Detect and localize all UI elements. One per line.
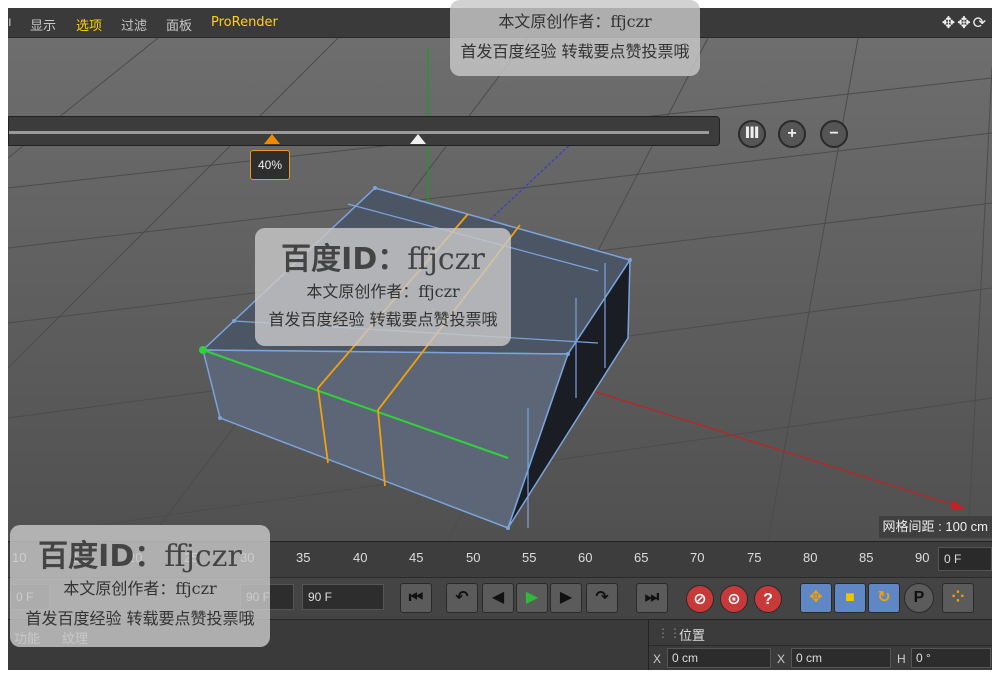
slider-remove-button[interactable]: − [820, 120, 848, 148]
viewport-navigation-icon[interactable]: ✥✥⟳ [942, 13, 988, 33]
next-frame-button[interactable]: ▶ [550, 583, 582, 613]
watermark-center: 百度ID：ffjczr 本文原创作者：ffjczr 首发百度经验 转载要点赞投票… [255, 228, 511, 346]
tick-label: 40 [353, 550, 368, 565]
tick-label: 90 [915, 550, 930, 565]
tick-label: 65 [634, 550, 649, 565]
tick-label: 60 [578, 550, 593, 565]
size-x-field[interactable]: 0 cm [791, 648, 891, 668]
tick-label: 75 [747, 550, 762, 565]
menu-display[interactable]: 显示 [30, 15, 56, 34]
loop-cut-percent-readout[interactable]: 40% [250, 150, 290, 180]
grid-spacing-label: 网格间距 : 100 cm [878, 516, 992, 538]
coordinates-panel: ⋮⋮ 位置 X 0 cm X 0 cm H 0 ° [648, 620, 992, 670]
auto-keyframe-icon[interactable]: ⊙ [720, 585, 748, 613]
tick-label: 35 [296, 550, 311, 565]
menu-panel[interactable]: 面板 [166, 15, 192, 34]
position-title: 位置 [679, 628, 706, 643]
coord-axis-label: X [777, 652, 786, 666]
menu-prorender[interactable]: ProRender [211, 15, 278, 30]
scale-key-icon[interactable]: ■ [834, 583, 866, 613]
position-x-field[interactable]: 0 cm [667, 648, 771, 668]
rotation-h-field[interactable]: 0 ° [911, 648, 991, 668]
watermark-title: 百度ID：ffjczr [255, 234, 511, 278]
tick-label: 50 [466, 550, 481, 565]
watermark-line2: 首发百度经验 转载要点赞投票哦 [268, 310, 498, 329]
watermark-title: 百度ID：ffjczr [10, 531, 270, 575]
slider-segments-button[interactable]: Ⅲ [738, 120, 766, 148]
watermark-line1: 本文原创作者：ffjczr [306, 282, 460, 301]
menu-options[interactable]: 选项 [76, 15, 102, 34]
end-frame-field[interactable]: 90 F [302, 584, 384, 610]
panel-grip-icon[interactable]: ⋮⋮ [657, 626, 681, 640]
watermark-line1: 本文原创作者：ffjczr [63, 579, 217, 598]
loop-cut-slider-track[interactable] [9, 131, 709, 134]
menu-filter[interactable]: 过滤 [121, 15, 147, 34]
watermark-title-text: 百度ID： [38, 539, 165, 574]
watermark-title-text: 百度ID： [281, 242, 408, 277]
record-keyframe-icon[interactable]: ⊘ [686, 585, 714, 613]
watermark-bottom-left: 百度ID：ffjczr 本文原创作者：ffjczr 首发百度经验 转载要点赞投票… [10, 525, 270, 647]
previous-frame-button[interactable]: ◀ [482, 583, 514, 613]
pla-key-icon[interactable]: ⁘ [942, 583, 974, 613]
watermark-top: 本文原创作者：ffjczr 首发百度经验 转载要点赞投票哦 [450, 0, 700, 76]
tick-label: 45 [409, 550, 424, 565]
slider-add-button[interactable]: + [778, 120, 806, 148]
go-to-start-button[interactable]: ⏮ [400, 583, 432, 613]
current-frame-field[interactable]: 0 F [938, 547, 992, 571]
selected-point[interactable] [199, 346, 207, 354]
loop-cut-slider-bar[interactable] [8, 116, 720, 146]
next-key-button[interactable]: ↷ [586, 583, 618, 613]
tick-label: 70 [690, 550, 705, 565]
watermark-line1: 本文原创作者：ffjczr [498, 12, 652, 31]
coord-axis-label: X [653, 652, 662, 666]
parameter-key-icon[interactable]: P [904, 583, 934, 613]
rotate-key-icon[interactable]: ↻ [868, 583, 900, 613]
tick-label: 55 [522, 550, 537, 565]
go-to-end-button[interactable]: ⏭ [636, 583, 668, 613]
keyframe-selection-icon[interactable]: ? [754, 585, 782, 613]
watermark-line2: 首发百度经验 转载要点赞投票哦 [25, 609, 255, 628]
watermark-line2: 首发百度经验 转载要点赞投票哦 [460, 42, 690, 61]
coordinates-header: ⋮⋮ 位置 [649, 620, 992, 646]
watermark-id: ffjczr [407, 242, 485, 277]
loop-cut-slider-handle-active[interactable] [264, 134, 280, 144]
tick-label: 80 [803, 550, 818, 565]
tick-label: 85 [859, 550, 874, 565]
play-button[interactable]: ▶ [516, 583, 548, 613]
menu-edge: ı [8, 15, 12, 30]
watermark-id: ffjczr [164, 539, 242, 574]
previous-key-button[interactable]: ↶ [446, 583, 478, 613]
move-key-icon[interactable]: ✥ [800, 583, 832, 613]
loop-cut-slider-handle[interactable] [410, 134, 426, 144]
coord-axis-label: H [897, 652, 906, 666]
